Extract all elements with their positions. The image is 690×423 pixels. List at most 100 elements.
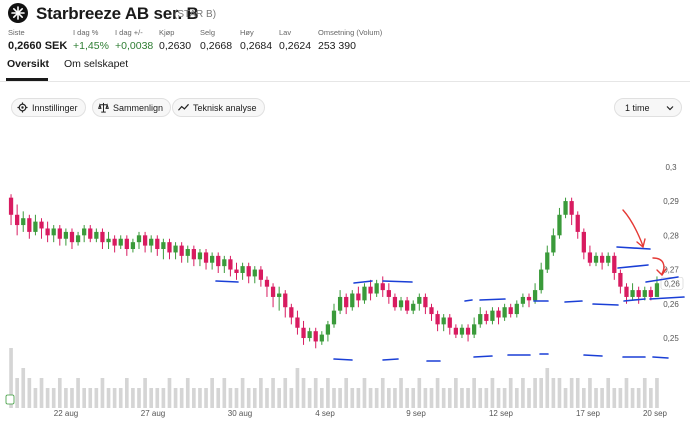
candle-body — [539, 269, 544, 291]
candle-body — [15, 214, 20, 226]
volume-bar — [155, 388, 160, 408]
volume-bar — [216, 388, 221, 408]
volume-bar — [277, 388, 281, 408]
candle-body — [149, 238, 154, 246]
candle-body — [612, 255, 617, 273]
candle-body — [624, 286, 629, 297]
volume-bar — [185, 378, 190, 408]
candle-body — [356, 293, 361, 301]
volume-bar — [393, 388, 397, 408]
candle-body — [222, 259, 227, 267]
volume-bar — [100, 378, 105, 408]
volume-bar — [496, 388, 501, 408]
x-tick-label: 9 sep — [406, 409, 426, 418]
volume-bar — [21, 368, 26, 408]
volume-bar — [70, 388, 74, 408]
candle-body — [252, 269, 257, 277]
candle-body — [441, 317, 446, 325]
candle-body — [423, 296, 428, 308]
candle-body — [380, 283, 385, 291]
candle-body — [136, 235, 142, 243]
volume-bar — [265, 388, 269, 408]
candle-body — [398, 300, 404, 308]
candle-body — [203, 252, 209, 263]
candle-body — [472, 324, 477, 335]
volume-bar — [33, 388, 38, 408]
volume-bar — [514, 388, 519, 408]
volume-bar — [210, 378, 214, 408]
volume-bar — [588, 378, 592, 408]
volume-bar — [423, 388, 428, 408]
candle-body — [563, 201, 568, 215]
annotation-support-line — [215, 280, 239, 283]
y-tick-label: 0,25 — [663, 334, 679, 343]
volume-bar — [338, 388, 342, 408]
volume-bar — [630, 388, 635, 408]
x-tick-label: 12 sep — [489, 409, 514, 418]
volume-bar — [655, 378, 659, 408]
volume-bar — [271, 378, 275, 408]
candle-body — [197, 252, 203, 260]
volume-bar — [313, 378, 318, 408]
volume-bar — [173, 388, 178, 408]
volume-bar — [380, 378, 385, 408]
candle-body — [8, 197, 14, 215]
volume-bar — [27, 378, 32, 408]
volume-bar — [246, 388, 251, 408]
candle-body — [33, 221, 38, 232]
volume-bar — [259, 378, 263, 408]
candle-body — [532, 290, 538, 301]
candle-body — [167, 242, 172, 253]
volume-bar — [636, 388, 641, 408]
candle-body — [642, 290, 647, 297]
volume-bar — [600, 388, 604, 408]
candle-body — [587, 252, 593, 263]
candle-body — [362, 286, 367, 301]
candle-body — [179, 245, 184, 256]
volume-bar — [51, 388, 56, 408]
volume-bar — [521, 378, 525, 408]
candle-body — [45, 228, 50, 236]
candle-body — [264, 279, 270, 287]
volume-bar — [527, 388, 531, 408]
volume-bar — [143, 378, 147, 408]
dividend-marker-icon — [5, 394, 15, 405]
volume-bar — [39, 378, 44, 408]
volume-bar — [326, 378, 330, 408]
candle-body — [130, 242, 136, 250]
candle-body — [648, 290, 653, 297]
candle-body — [325, 324, 331, 335]
candle-body — [313, 331, 318, 342]
candle-body — [155, 238, 160, 250]
candle-body — [453, 327, 459, 335]
candle-body — [240, 266, 245, 273]
candle-body — [386, 290, 391, 297]
volume-bar — [45, 388, 50, 408]
candle-body — [490, 310, 495, 321]
candle-body — [209, 255, 215, 263]
volume-bar — [112, 388, 117, 408]
candle-body — [581, 231, 586, 253]
candle-body — [435, 314, 440, 325]
volume-bar — [82, 388, 86, 408]
volume-bar — [204, 388, 208, 408]
price-chart[interactable]: 0,30,290,280,270,260,2522 aug 27 aug 30 au… — [0, 0, 690, 423]
volume-bar — [76, 378, 80, 408]
annotation-support-line — [616, 246, 651, 250]
volume-bar — [106, 388, 111, 408]
candle-body — [484, 314, 489, 321]
volume-bar — [405, 388, 409, 408]
volume-bar — [368, 388, 373, 408]
candle-body — [185, 249, 190, 256]
x-tick-label: 20 sep — [643, 409, 668, 418]
x-tick-label: 27 aug — [141, 409, 165, 418]
candle-body — [289, 307, 294, 318]
annotation-support-line — [617, 264, 649, 269]
candle-body — [100, 231, 105, 243]
candle-body — [307, 331, 312, 339]
candle-body — [118, 238, 123, 246]
annotation-support-line — [479, 298, 506, 301]
candle-body — [173, 245, 178, 253]
candle-body — [404, 300, 410, 311]
candle-body — [94, 231, 99, 239]
